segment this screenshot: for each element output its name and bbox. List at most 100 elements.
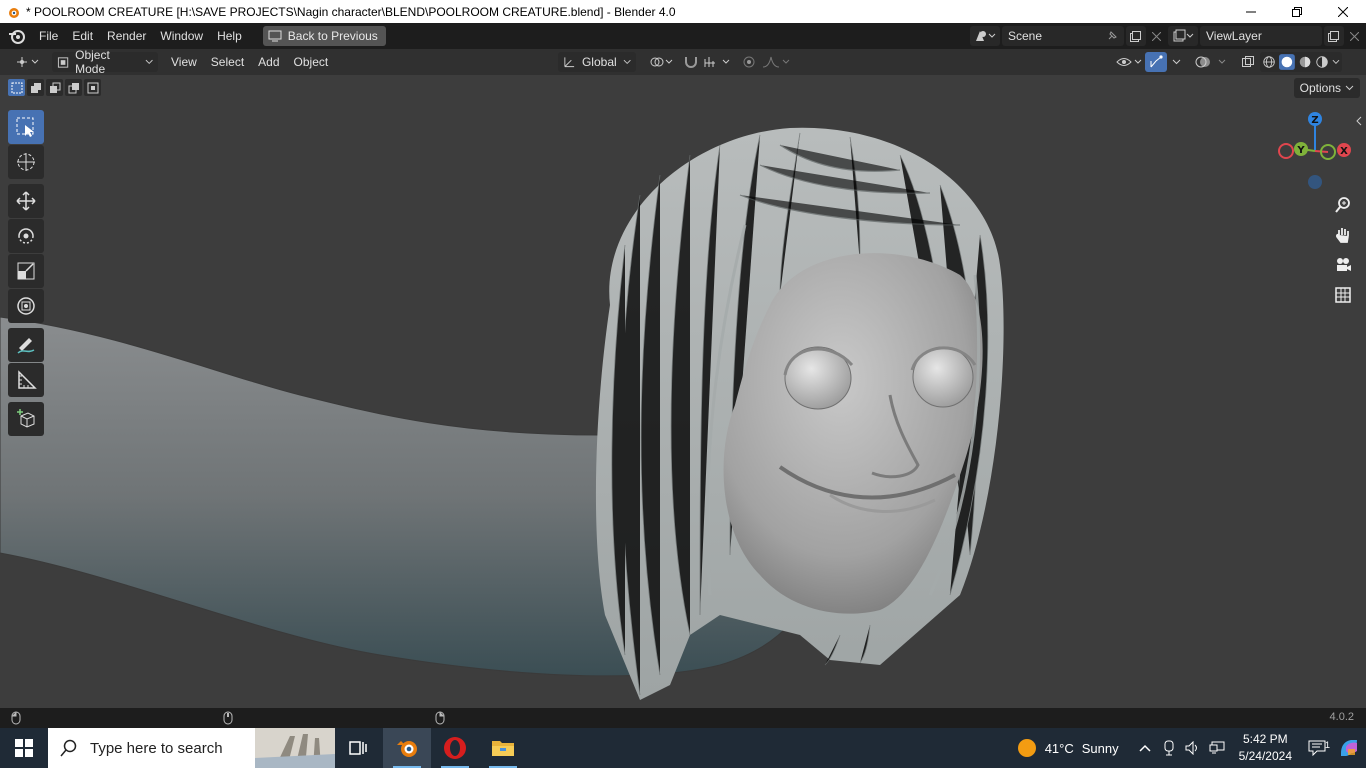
- network-button[interactable]: [1205, 741, 1229, 755]
- select-new-icon: [11, 82, 22, 93]
- taskbar-file-explorer[interactable]: [479, 728, 527, 768]
- meet-now-button[interactable]: [1157, 740, 1181, 756]
- creature-model: [0, 127, 1004, 701]
- select-intersect-button[interactable]: [84, 79, 101, 96]
- taskbar-search-box[interactable]: Type here to search: [48, 728, 335, 768]
- 3d-viewport[interactable]: Options Z Y X: [0, 75, 1366, 708]
- back-to-previous-label: Back to Previous: [287, 29, 378, 43]
- select-subtract-button[interactable]: [46, 79, 63, 96]
- xray-toggle[interactable]: [1235, 52, 1261, 72]
- proportional-falloff-dropdown[interactable]: [756, 52, 796, 72]
- hand-icon: [1336, 228, 1349, 243]
- menu-add[interactable]: Add: [251, 51, 286, 73]
- back-to-previous-button[interactable]: Back to Previous: [262, 26, 386, 46]
- start-button[interactable]: [0, 728, 48, 768]
- navigation-gizmo[interactable]: Z Y X: [1272, 107, 1362, 197]
- view-layer-browse-button[interactable]: [1168, 26, 1198, 46]
- scale-tool[interactable]: [8, 254, 44, 288]
- clock-time: 5:42 PM: [1242, 732, 1288, 746]
- network-icon: [1209, 741, 1225, 754]
- move-tool[interactable]: [8, 184, 44, 218]
- transform-orientation-dropdown[interactable]: Global: [558, 52, 636, 72]
- perspective-toggle-button[interactable]: [1330, 282, 1356, 308]
- rotate-tool[interactable]: [8, 219, 44, 253]
- menu-render[interactable]: Render: [100, 25, 153, 47]
- rendered-shading-icon[interactable]: [1315, 54, 1329, 70]
- blender-taskbar-icon: [397, 741, 417, 757]
- sidebar-toggle-chevron-icon[interactable]: [1354, 115, 1364, 127]
- menu-view[interactable]: View: [164, 51, 204, 73]
- windows-logo-icon: [15, 739, 33, 757]
- menu-file[interactable]: File: [32, 25, 65, 47]
- menu-window[interactable]: Window: [153, 25, 210, 47]
- pan-view-button[interactable]: [1330, 222, 1356, 248]
- mouse-right-icon: [435, 711, 445, 725]
- new-view-layer-button[interactable]: [1324, 26, 1344, 46]
- camera-view-button[interactable]: [1330, 252, 1356, 278]
- shading-mode-group: [1260, 52, 1342, 72]
- close-window-button[interactable]: [1320, 0, 1366, 23]
- wireframe-shading-icon[interactable]: [1262, 54, 1276, 70]
- transform-orientation-label: Global: [581, 55, 617, 69]
- notifications-button[interactable]: 1: [1302, 740, 1332, 756]
- task-view-button[interactable]: [335, 728, 383, 768]
- delete-scene-button[interactable]: [1146, 31, 1166, 41]
- view-layer-selector: ViewLayer: [1168, 25, 1364, 47]
- chevron-down-icon[interactable]: [1332, 59, 1340, 65]
- restore-button[interactable]: [1274, 0, 1320, 23]
- window-title: * POOLROOM CREATURE [H:\SAVE PROJECTS\Na…: [26, 4, 676, 19]
- measure-tool[interactable]: [8, 363, 44, 397]
- transform-tool[interactable]: [8, 289, 44, 323]
- speaker-icon: [1185, 741, 1197, 755]
- weather-widget[interactable]: 41°C Sunny: [1017, 738, 1119, 758]
- system-tray: 41°C Sunny 5:42 PM 5/24/2024 1: [1017, 728, 1366, 768]
- editor-type-button[interactable]: [10, 52, 46, 72]
- pivot-point-dropdown[interactable]: [644, 52, 680, 72]
- cursor-tool[interactable]: [8, 145, 44, 179]
- solid-shading-icon[interactable]: [1279, 53, 1295, 71]
- menu-object[interactable]: Object: [287, 51, 336, 73]
- snap-target-dropdown[interactable]: [698, 52, 738, 72]
- status-bar: 4.0.2: [0, 708, 1366, 728]
- volume-button[interactable]: [1181, 741, 1205, 755]
- gizmo-toggle[interactable]: [1145, 52, 1167, 72]
- new-scene-button[interactable]: [1126, 26, 1146, 46]
- add-cube-tool[interactable]: [8, 402, 44, 436]
- scene-name-field[interactable]: Scene: [1002, 26, 1124, 46]
- select-box-tool[interactable]: [8, 110, 44, 144]
- delete-view-layer-button[interactable]: [1344, 31, 1364, 41]
- menu-help[interactable]: Help: [210, 25, 249, 47]
- taskbar-opera[interactable]: [431, 728, 479, 768]
- copilot-button[interactable]: [1332, 737, 1366, 759]
- menu-edit[interactable]: Edit: [65, 25, 100, 47]
- blender-logo-icon[interactable]: [8, 27, 26, 45]
- orientation-global-icon: [564, 57, 575, 68]
- select-difference-button[interactable]: [65, 79, 82, 96]
- minimize-button[interactable]: [1228, 0, 1274, 23]
- view-layer-name-field[interactable]: ViewLayer: [1200, 26, 1322, 46]
- clock-date: 5/24/2024: [1238, 749, 1292, 763]
- select-extend-button[interactable]: [27, 79, 44, 96]
- material-preview-icon[interactable]: [1298, 54, 1312, 70]
- taskbar-clock[interactable]: 5:42 PM 5/24/2024: [1239, 731, 1292, 765]
- taskbar-blender[interactable]: [383, 728, 431, 768]
- gizmo-icon: [1150, 55, 1163, 68]
- scene-browse-button[interactable]: [970, 26, 1000, 46]
- pin-icon[interactable]: [1106, 30, 1118, 42]
- sun-icon: [1017, 739, 1036, 757]
- select-new-button[interactable]: [8, 79, 25, 96]
- move-icon: [16, 191, 36, 211]
- menu-select[interactable]: Select: [204, 51, 251, 73]
- overlays-toggle[interactable]: [1190, 52, 1234, 72]
- xray-icon: [1242, 56, 1254, 67]
- visibility-dropdown[interactable]: [1110, 52, 1148, 72]
- show-hidden-icons-button[interactable]: [1133, 744, 1157, 752]
- gizmo-dropdown[interactable]: [1167, 52, 1186, 72]
- mode-dropdown[interactable]: Object Mode: [52, 48, 158, 76]
- zoom-view-button[interactable]: [1330, 192, 1356, 218]
- proportional-edit-icon: [743, 56, 755, 68]
- gizmo-x-neg-handle[interactable]: [1278, 143, 1294, 159]
- annotate-tool[interactable]: [8, 328, 44, 362]
- gizmo-z-neg-handle[interactable]: [1308, 175, 1322, 189]
- options-dropdown[interactable]: Options: [1293, 78, 1360, 98]
